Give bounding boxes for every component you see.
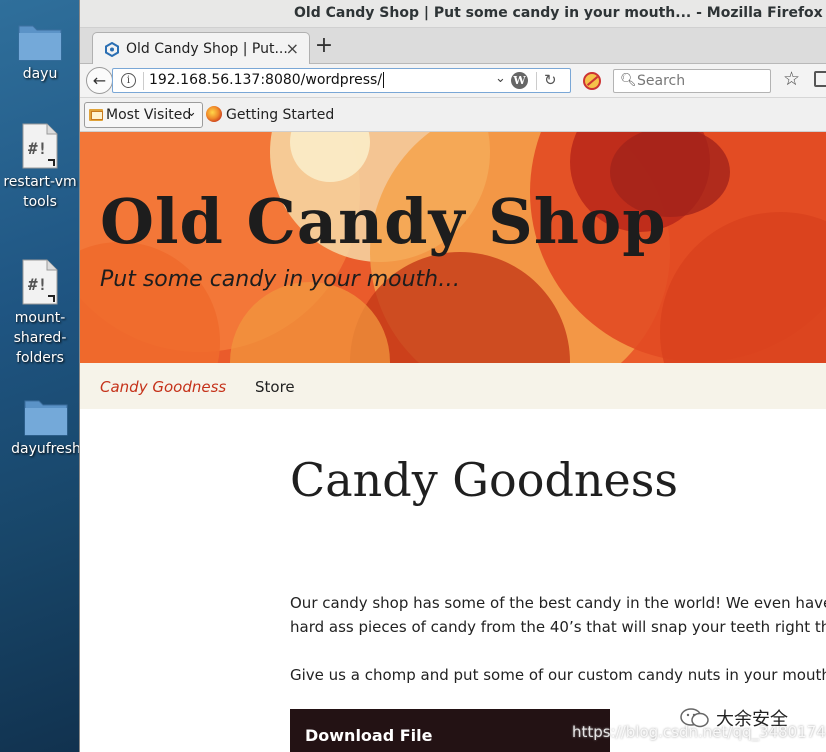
svg-text:#!: #! (28, 275, 47, 294)
folder-icon (18, 25, 62, 61)
web-page: Old Candy Shop Put some candy in your mo… (80, 132, 826, 752)
wordpress-favicon-icon (105, 42, 119, 57)
folder-icon (24, 400, 68, 436)
paragraph-line: Give us a chomp and put some of our cust… (290, 666, 826, 684)
paragraph: Give us a chomp and put some of our cust… (290, 663, 826, 687)
url-input[interactable]: 192.168.56.137:8080/wordpress/ (149, 72, 385, 88)
new-tab-button[interactable]: + (314, 32, 334, 60)
bookmark-folder-icon (89, 109, 103, 121)
library-icon[interactable] (814, 71, 826, 87)
firefox-icon (206, 106, 222, 122)
url-watermark: https://blog.csdn.net/qq_34801745 (572, 723, 826, 741)
menu-item-store[interactable]: Store (255, 378, 295, 396)
menu-item-candy-goodness[interactable]: Candy Goodness (100, 378, 226, 396)
site-info-icon[interactable]: i (121, 73, 136, 88)
desktop: dayu #! restart-vm tools #! mount- share… (0, 0, 81, 752)
url-separator (143, 72, 144, 90)
most-visited-label: Most Visited (106, 107, 192, 123)
bookmarks-toolbar: Most Visited ⌄ Getting Started (80, 98, 826, 132)
paragraph-line: hard ass pieces of candy from the 40’s t… (290, 618, 826, 636)
tab-title: Old Candy Shop | Put... (126, 41, 288, 57)
most-visited-button[interactable]: Most Visited ⌄ (84, 102, 203, 128)
header-image: Old Candy Shop Put some candy in your mo… (80, 132, 826, 363)
arrow-left-icon: ← (92, 71, 107, 90)
chevron-down-icon[interactable]: ⌄ (495, 71, 506, 86)
script-icon: #! (22, 259, 58, 305)
paragraph-line: Our candy shop has some of the best cand… (290, 594, 826, 612)
blocked-addon-icon[interactable] (583, 72, 601, 90)
paragraph: Our candy shop has some of the best cand… (290, 591, 826, 639)
window-titlebar[interactable]: Old Candy Shop | Put some candy in your … (80, 0, 826, 28)
url-bar[interactable]: i 192.168.56.137:8080/wordpress/ ⌄ W ↻ (112, 68, 571, 93)
getting-started-label: Getting Started (226, 107, 335, 123)
wordpress-icon[interactable]: W (511, 72, 528, 89)
search-icon: 🔍︎ (620, 73, 637, 88)
search-bar[interactable]: 🔍︎ Search (613, 69, 771, 93)
back-button[interactable]: ← (86, 67, 113, 94)
chevron-down-icon: ⌄ (186, 105, 197, 120)
close-tab-icon[interactable]: × (286, 39, 299, 58)
reload-icon[interactable]: ↻ (544, 71, 557, 89)
site-menu: Candy Goodness Store (80, 363, 826, 409)
site-title[interactable]: Old Candy Shop (100, 185, 667, 258)
tab-strip: Old Candy Shop | Put... × + (80, 28, 826, 65)
reload-separator (536, 72, 537, 90)
navigation-toolbar: ← i 192.168.56.137:8080/wordpress/ ⌄ W ↻… (80, 64, 826, 98)
entry-title: Candy Goodness (290, 453, 678, 507)
firefox-window: Old Candy Shop | Put some candy in your … (79, 0, 826, 752)
script-icon: #! (22, 123, 58, 169)
tab-active[interactable]: Old Candy Shop | Put... × (92, 32, 310, 65)
getting-started-bookmark[interactable]: Getting Started (206, 106, 334, 123)
svg-text:#!: #! (28, 139, 47, 158)
download-file-label: Download File (305, 726, 433, 745)
search-placeholder: Search (637, 73, 686, 89)
download-file-button[interactable]: Download File (290, 709, 610, 752)
site-tagline: Put some candy in your mouth… (100, 267, 461, 292)
window-title: Old Candy Shop | Put some candy in your … (294, 5, 826, 21)
bookmark-star-icon[interactable]: ☆ (783, 68, 800, 90)
